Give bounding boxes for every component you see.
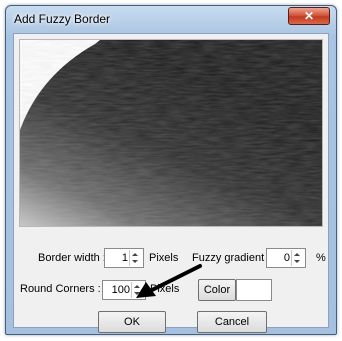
dialog-client-area: Border width : 1 Pixels Fuzzy gradient :… <box>13 33 329 333</box>
fuzzy-gradient-unit: % <box>316 252 326 264</box>
window-title: Add Fuzzy Border <box>14 12 111 26</box>
preview-image <box>20 40 322 226</box>
close-button[interactable]: ✕ <box>288 7 330 25</box>
round-corners-label: Round Corners : <box>20 283 101 295</box>
dialog-window: Add Fuzzy Border ✕ Border width: 1 Pixe… <box>5 5 337 335</box>
image-preview <box>19 39 323 227</box>
fuzzy-gradient-spinner[interactable]: 0 <box>266 248 306 268</box>
fuzzy-gradient-value: 0 <box>283 252 290 264</box>
spin-up-icon[interactable] <box>294 253 300 256</box>
ok-button[interactable]: OK <box>98 311 166 333</box>
close-icon: ✕ <box>303 9 315 23</box>
spin-up-icon[interactable] <box>132 253 138 256</box>
spin-down-icon[interactable] <box>294 260 300 263</box>
border-width-label: Border width : <box>38 252 106 264</box>
border-width-value: 1 <box>121 252 128 264</box>
round-corners-value: 100 <box>111 284 130 296</box>
color-swatch[interactable] <box>236 279 272 301</box>
fuzzy-gradient-spin-arrows[interactable] <box>291 250 304 266</box>
arrow-icon <box>136 264 202 298</box>
cancel-button[interactable]: Cancel <box>197 311 267 333</box>
